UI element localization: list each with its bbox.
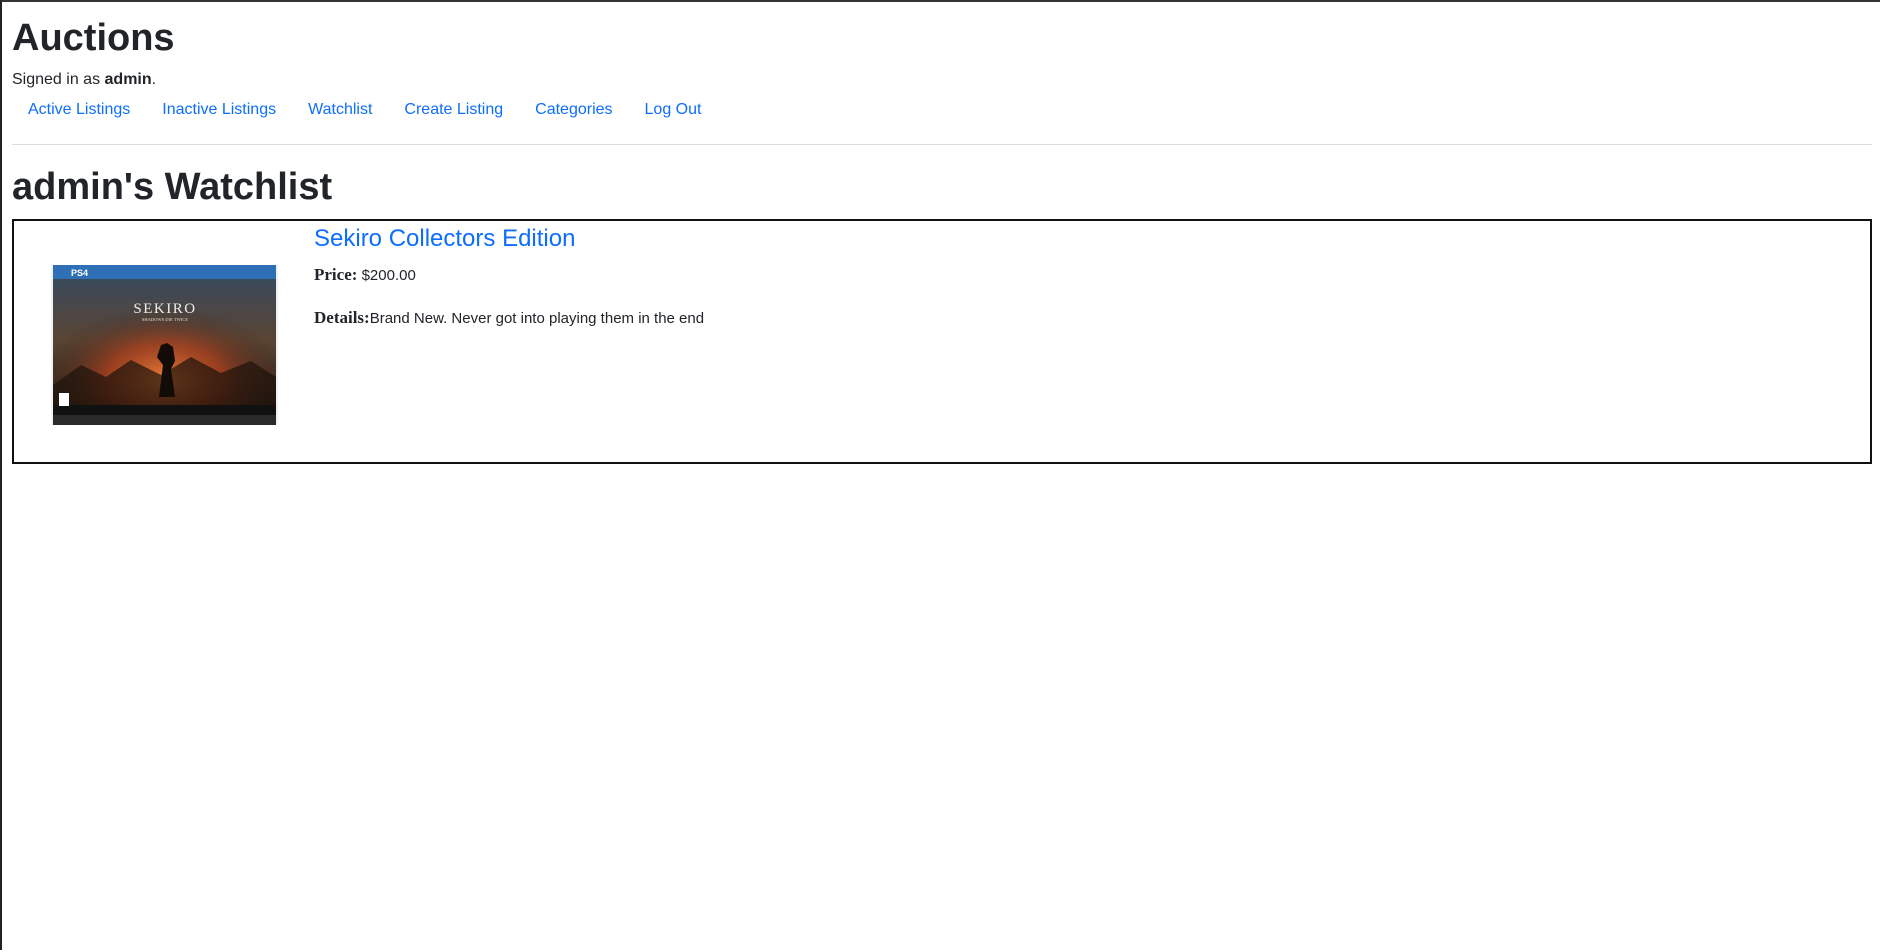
signed-in-username: admin [104,71,152,88]
nav-active-listings[interactable]: Active Listings [12,100,146,120]
price-value: $200.00 [357,267,416,284]
details-label: Details: [314,308,370,327]
nav-log-out[interactable]: Log Out [629,100,718,120]
listing-image[interactable]: PS4 SEKIRO SHADOWS DIE TWICE [51,265,278,425]
signed-in-prefix: Signed in as [12,71,105,88]
details-value: Brand New. Never got into playing them i… [369,310,705,327]
box-title-text: SEKIRO [133,301,196,317]
watchlist-item: PS4 SEKIRO SHADOWS DIE TWICE Sekiro Coll… [12,219,1872,464]
listing-price: Price: $200.00 [314,265,704,286]
site-title: Auctions [12,17,175,59]
header-divider [12,144,1872,145]
page-heading: admin's Watchlist [12,166,333,208]
listing-details: Details:Brand New. Never got into playin… [314,308,704,329]
signed-in-suffix: . [151,71,157,88]
nav-categories[interactable]: Categories [519,100,628,120]
price-label: Price: [314,265,358,284]
signed-in-status: Signed in as admin. [12,70,1872,90]
listing-title-link[interactable]: Sekiro Collectors Edition [314,223,575,255]
main-nav: Active Listings Inactive Listings Watchl… [12,100,1872,120]
sekiro-box-art: PS4 SEKIRO SHADOWS DIE TWICE [51,265,278,425]
nav-inactive-listings[interactable]: Inactive Listings [146,100,292,120]
nav-create-listing[interactable]: Create Listing [388,100,519,120]
box-platform-text: PS4 [71,268,88,278]
nav-watchlist[interactable]: Watchlist [292,100,388,120]
box-subtitle-text: SHADOWS DIE TWICE [142,317,188,322]
listing-body: Sekiro Collectors Edition Price: $200.00… [314,223,704,329]
main-content: Auctions Signed in as admin. Active List… [12,0,1872,464]
